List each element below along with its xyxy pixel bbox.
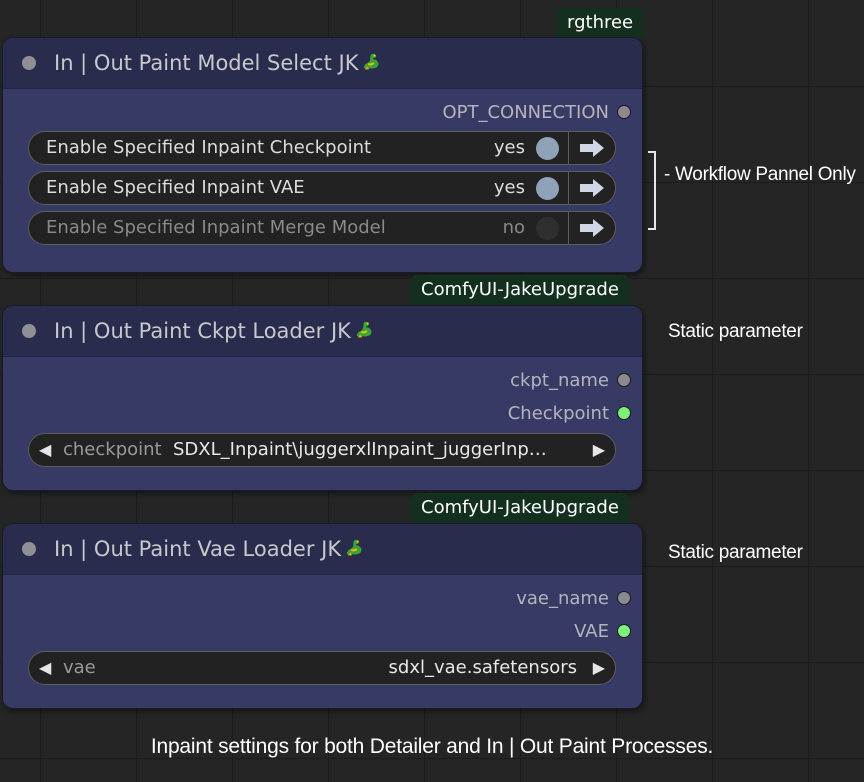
- toggle-inpaint-checkpoint[interactable]: Enable Specified Inpaint Checkpoint yes: [28, 131, 616, 165]
- toggle-inpaint-vae[interactable]: Enable Specified Inpaint VAE yes: [28, 171, 616, 205]
- annotation-static-parameter: Static parameter: [668, 321, 803, 342]
- arrow-right-icon[interactable]: [568, 171, 615, 205]
- arrow-left-icon[interactable]: ◀: [39, 434, 51, 466]
- node-header[interactable]: In | Out Paint Model Select JK: [3, 38, 642, 89]
- node-ckpt-loader[interactable]: In | Out Paint Ckpt Loader JK ckpt_name …: [3, 306, 642, 490]
- toggle-value: yes: [493, 137, 525, 158]
- output-slot-icon[interactable]: [617, 406, 631, 420]
- toggle-knob-icon[interactable]: [536, 137, 559, 160]
- node-vae-loader[interactable]: In | Out Paint Vae Loader JK vae_name VA…: [3, 524, 642, 708]
- toggle-label: Enable Specified Inpaint VAE: [46, 177, 305, 198]
- arrow-right-icon[interactable]: ▶: [593, 652, 605, 684]
- node-header[interactable]: In | Out Paint Ckpt Loader JK: [3, 306, 642, 357]
- arrow-right-icon[interactable]: [568, 131, 615, 165]
- combo-name: vae: [63, 657, 96, 678]
- toggle-knob-icon[interactable]: [536, 217, 559, 240]
- output-label: OPT_CONNECTION: [442, 102, 609, 123]
- dragon-emoji-icon: [356, 321, 372, 338]
- output-label: Checkpoint: [507, 403, 609, 424]
- output-label: ckpt_name: [510, 370, 609, 391]
- arrow-right-icon[interactable]: [568, 211, 615, 245]
- combo-checkpoint[interactable]: ◀ checkpoint SDXL_Inpaint\juggerxlInpain…: [28, 433, 616, 467]
- output-slot-icon[interactable]: [617, 591, 631, 605]
- output-checkpoint[interactable]: Checkpoint: [508, 402, 631, 426]
- toggle-value: yes: [493, 177, 525, 198]
- caption: Inpaint settings for both Detailer and I…: [150, 735, 714, 758]
- toggle-label: Enable Specified Inpaint Merge Model: [46, 217, 386, 238]
- collapse-dot-icon[interactable]: [22, 56, 36, 70]
- collapse-dot-icon[interactable]: [22, 324, 36, 338]
- node-title: In | Out Paint Model Select JK: [54, 38, 382, 88]
- dragon-emoji-icon: [364, 53, 379, 70]
- toggle-inpaint-merge-model[interactable]: Enable Specified Inpaint Merge Model no: [28, 211, 616, 245]
- arrow-left-icon[interactable]: ◀: [39, 652, 51, 684]
- toggle-value: no: [502, 217, 525, 238]
- output-slot-icon[interactable]: [617, 624, 631, 638]
- node-source-tag: rgthree: [557, 8, 644, 38]
- node-source-tag: ComfyUI-JakeUpgrade: [411, 493, 629, 523]
- collapse-dot-icon[interactable]: [22, 542, 36, 556]
- toggle-label: Enable Specified Inpaint Checkpoint: [46, 137, 372, 158]
- output-slot-icon[interactable]: [617, 373, 631, 387]
- output-label: VAE: [574, 621, 609, 642]
- combo-value: SDXL_Inpaint\juggerxlInpaint_juggerInp…: [173, 439, 547, 460]
- output-vae[interactable]: VAE: [574, 620, 631, 644]
- arrow-right-icon[interactable]: ▶: [593, 434, 605, 466]
- annotation-workflow-panel: - Workflow Pannel Only: [664, 164, 856, 185]
- output-slot-icon[interactable]: [617, 105, 631, 119]
- dragon-emoji-icon: [346, 539, 362, 556]
- node-header[interactable]: In | Out Paint Vae Loader JK: [3, 524, 642, 575]
- combo-vae[interactable]: ◀ vae sdxl_vae.safetensors ▶: [28, 651, 616, 685]
- toggle-knob-icon[interactable]: [536, 177, 559, 200]
- annotation-static-parameter: Static parameter: [668, 542, 803, 563]
- output-vae-name[interactable]: vae_name: [516, 587, 631, 611]
- node-title: In | Out Paint Ckpt Loader JK: [54, 306, 375, 356]
- output-opt-connection[interactable]: OPT_CONNECTION: [442, 101, 631, 125]
- bracket-annotation: [648, 151, 656, 230]
- combo-name: checkpoint: [63, 439, 162, 460]
- combo-value: sdxl_vae.safetensors: [388, 657, 577, 678]
- output-ckpt-name[interactable]: ckpt_name: [510, 369, 631, 393]
- node-source-tag: ComfyUI-JakeUpgrade: [411, 275, 629, 305]
- node-model-select[interactable]: In | Out Paint Model Select JK OPT_CONNE…: [3, 38, 642, 272]
- node-title: In | Out Paint Vae Loader JK: [54, 524, 365, 574]
- output-label: vae_name: [516, 588, 609, 609]
